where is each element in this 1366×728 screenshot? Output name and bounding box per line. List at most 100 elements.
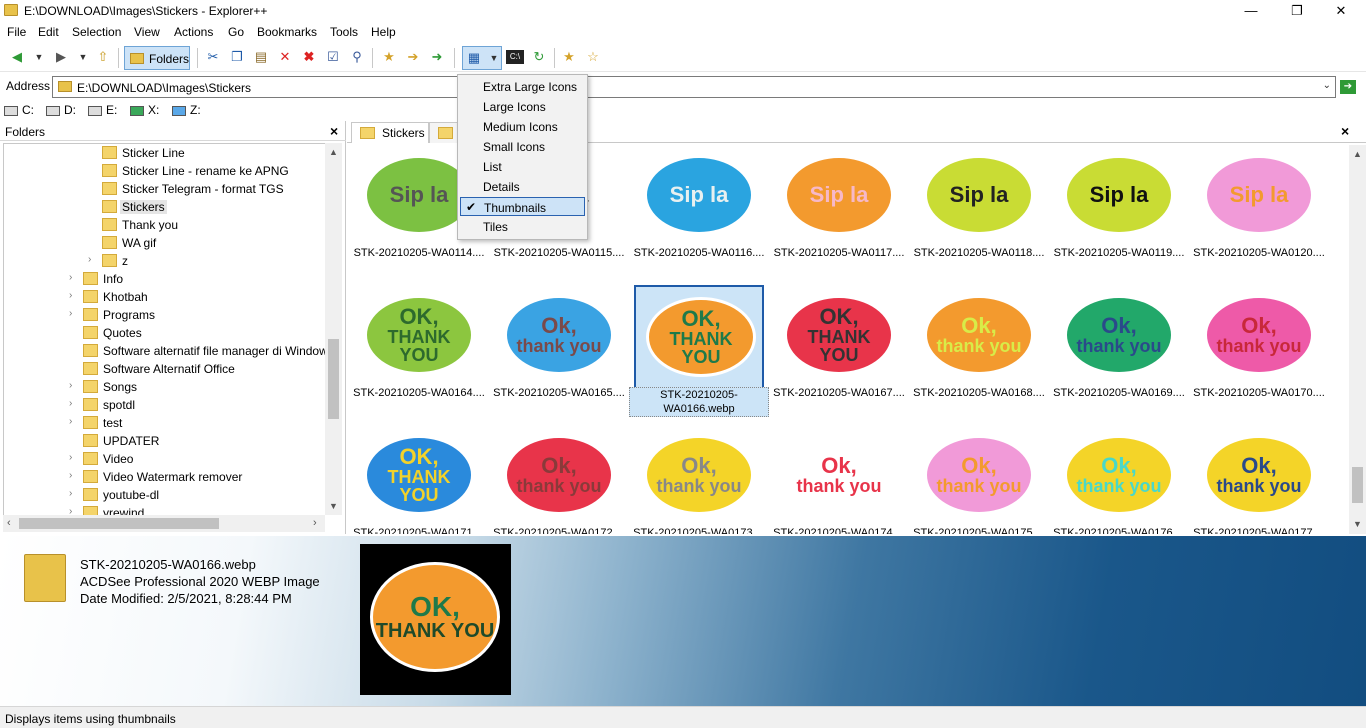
- new-folder-icon[interactable]: ★: [380, 48, 398, 66]
- expand-chevron-icon[interactable]: ›: [69, 308, 72, 319]
- view-menu-item[interactable]: Extra Large Icons: [460, 77, 585, 96]
- refresh-icon[interactable]: ↻: [530, 48, 548, 66]
- folder-icon: [83, 290, 98, 303]
- menu-view[interactable]: View: [134, 25, 160, 39]
- maximize-button[interactable]: ❐: [1274, 0, 1320, 22]
- folders-horizontal-scrollbar[interactable]: ‹ ›: [3, 515, 325, 532]
- thumbnail-item[interactable]: Ok, thank you STK-20210205-WA0177....: [1189, 425, 1329, 534]
- minimize-button[interactable]: —: [1228, 0, 1274, 22]
- delete-icon[interactable]: ✕: [276, 48, 294, 66]
- go-arrow-icon[interactable]: ➔: [1340, 80, 1356, 94]
- thumbnail-item[interactable]: Ok, thank you STK-20210205-WA0170....: [1189, 285, 1329, 425]
- thumbnail-item[interactable]: Ok, thank you STK-20210205-WA0168....: [909, 285, 1049, 425]
- view-menu-item[interactable]: Large Icons: [460, 97, 585, 116]
- thumbnail-item[interactable]: Ok, thank you STK-20210205-WA0176....: [1049, 425, 1189, 534]
- expand-chevron-icon[interactable]: ›: [69, 380, 72, 391]
- scroll-left-icon[interactable]: ‹: [7, 517, 11, 529]
- folders-toggle-button[interactable]: Folders: [124, 46, 190, 70]
- thumbnail-item[interactable]: Sip la STK-20210205-WA0116....: [629, 145, 769, 285]
- expand-chevron-icon[interactable]: ›: [69, 470, 72, 481]
- thumbnail-item[interactable]: Ok, thank you STK-20210205-WA0165....: [489, 285, 629, 425]
- up-folder-icon[interactable]: ⇧: [94, 48, 112, 66]
- scroll-up-icon[interactable]: ▲: [329, 147, 338, 157]
- drive-c[interactable]: C:: [4, 103, 34, 117]
- content-vertical-scrollbar[interactable]: ▲ ▼: [1349, 145, 1366, 534]
- folder-tree[interactable]: Sticker Line Sticker Line - rename ke APN…: [3, 143, 325, 515]
- scroll-thumb[interactable]: [1352, 467, 1363, 503]
- thumbnail-item[interactable]: OK, THANK YOU STK-20210205-WA0167....: [769, 285, 909, 425]
- view-menu-item[interactable]: Details: [460, 177, 585, 196]
- expand-chevron-icon[interactable]: ›: [69, 416, 72, 427]
- close-button[interactable]: ✕: [1318, 0, 1364, 22]
- drive-z[interactable]: Z:: [172, 103, 201, 117]
- scroll-thumb[interactable]: [19, 518, 219, 529]
- menu-help[interactable]: Help: [371, 25, 396, 39]
- view-menu-item[interactable]: Small Icons: [460, 137, 585, 156]
- close-tab-icon[interactable]: ×: [1341, 123, 1349, 139]
- paste-icon[interactable]: ▤: [252, 48, 270, 66]
- thumbnail-item[interactable]: Ok, thank you STK-20210205-WA0174....: [769, 425, 909, 534]
- view-menu-item[interactable]: List: [460, 157, 585, 176]
- scroll-thumb[interactable]: [328, 339, 339, 419]
- menu-actions[interactable]: Actions: [174, 25, 213, 39]
- expand-chevron-icon[interactable]: ›: [69, 488, 72, 499]
- drive-x[interactable]: X:: [130, 103, 159, 117]
- views-button[interactable]: ▦ ▼: [462, 46, 502, 70]
- thumbnail-item[interactable]: OK, THANK YOU STK-20210205-WA0171....: [349, 425, 489, 534]
- folder-tree-item-label: Video: [103, 452, 134, 466]
- folders-vertical-scrollbar[interactable]: ▲ ▼: [325, 143, 342, 515]
- expand-chevron-icon[interactable]: ›: [69, 272, 72, 283]
- menu-file[interactable]: File: [7, 25, 26, 39]
- thumbnail-item[interactable]: Sip la STK-20210205-WA0118....: [909, 145, 1049, 285]
- expand-chevron-icon[interactable]: ›: [69, 506, 72, 515]
- delete-permanently-icon[interactable]: ✖: [300, 48, 318, 66]
- expand-chevron-icon[interactable]: ›: [69, 452, 72, 463]
- scroll-down-icon[interactable]: ▼: [1353, 519, 1362, 529]
- close-folders-pane-icon[interactable]: ×: [330, 123, 338, 139]
- forward-dropdown-icon[interactable]: ▼: [74, 48, 92, 66]
- thumbnail-item[interactable]: Ok, thank you STK-20210205-WA0172....: [489, 425, 629, 534]
- view-menu-item[interactable]: Medium Icons: [460, 117, 585, 136]
- thumbnail-item[interactable]: Ok, thank you STK-20210205-WA0175....: [909, 425, 1049, 534]
- menu-go[interactable]: Go: [228, 25, 244, 39]
- cut-icon[interactable]: ✂: [204, 48, 222, 66]
- menu-bookmarks[interactable]: Bookmarks: [257, 25, 317, 39]
- thumbnail-item[interactable]: OK, THANK YOU STK-20210205-WA0166.webp: [629, 285, 769, 425]
- copy-to-folder-icon[interactable]: ➔: [404, 48, 422, 66]
- menu-selection[interactable]: Selection: [72, 25, 121, 39]
- tab-second[interactable]: [429, 122, 459, 143]
- drive-d[interactable]: D:: [46, 103, 76, 117]
- expand-chevron-icon[interactable]: ›: [69, 290, 72, 301]
- forward-icon[interactable]: ▶: [52, 48, 70, 66]
- thumbnail-item[interactable]: Ok, thank you STK-20210205-WA0169....: [1049, 285, 1189, 425]
- thumbnail-item[interactable]: Sip la STK-20210205-WA0119....: [1049, 145, 1189, 285]
- back-icon[interactable]: ◀: [8, 48, 26, 66]
- bookmarks-icon[interactable]: ☆: [584, 48, 602, 66]
- expand-chevron-icon[interactable]: ›: [69, 398, 72, 409]
- menu-edit[interactable]: Edit: [38, 25, 59, 39]
- thumbnail-item[interactable]: Ok, thank you STK-20210205-WA0173....: [629, 425, 769, 534]
- scroll-right-icon[interactable]: ›: [313, 517, 317, 529]
- scroll-up-icon[interactable]: ▲: [1353, 149, 1362, 159]
- search-icon[interactable]: ⚲: [348, 48, 366, 66]
- address-dropdown-icon[interactable]: ⌄: [1323, 80, 1331, 91]
- drive-e[interactable]: E:: [88, 103, 117, 117]
- thumbnail-item[interactable]: OK, THANK YOU STK-20210205-WA0164....: [349, 285, 489, 425]
- thumbnail-item[interactable]: Sip la STK-20210205-WA0120....: [1189, 145, 1329, 285]
- copy-icon[interactable]: ❐: [228, 48, 246, 66]
- view-menu-item[interactable]: ✔ Thumbnails: [460, 197, 585, 216]
- back-dropdown-icon[interactable]: ▼: [30, 48, 48, 66]
- bookmark-add-icon[interactable]: ★: [560, 48, 578, 66]
- address-input[interactable]: E:\DOWNLOAD\Images\Stickers ⌄: [52, 76, 1336, 98]
- folder-icon: [102, 146, 117, 159]
- expand-chevron-icon[interactable]: ›: [88, 254, 91, 265]
- properties-icon[interactable]: ☑: [324, 48, 342, 66]
- sticker-bubble: OK, THANK YOU: [364, 435, 474, 515]
- tab-stickers[interactable]: Stickers: [351, 122, 429, 143]
- menu-tools[interactable]: Tools: [330, 25, 358, 39]
- thumbnail-item[interactable]: Sip la STK-20210205-WA0117....: [769, 145, 909, 285]
- view-menu-item[interactable]: Tiles: [460, 217, 585, 236]
- scroll-down-icon[interactable]: ▼: [329, 501, 338, 511]
- move-to-folder-icon[interactable]: ➜: [428, 48, 446, 66]
- command-prompt-icon[interactable]: C:\: [506, 50, 524, 64]
